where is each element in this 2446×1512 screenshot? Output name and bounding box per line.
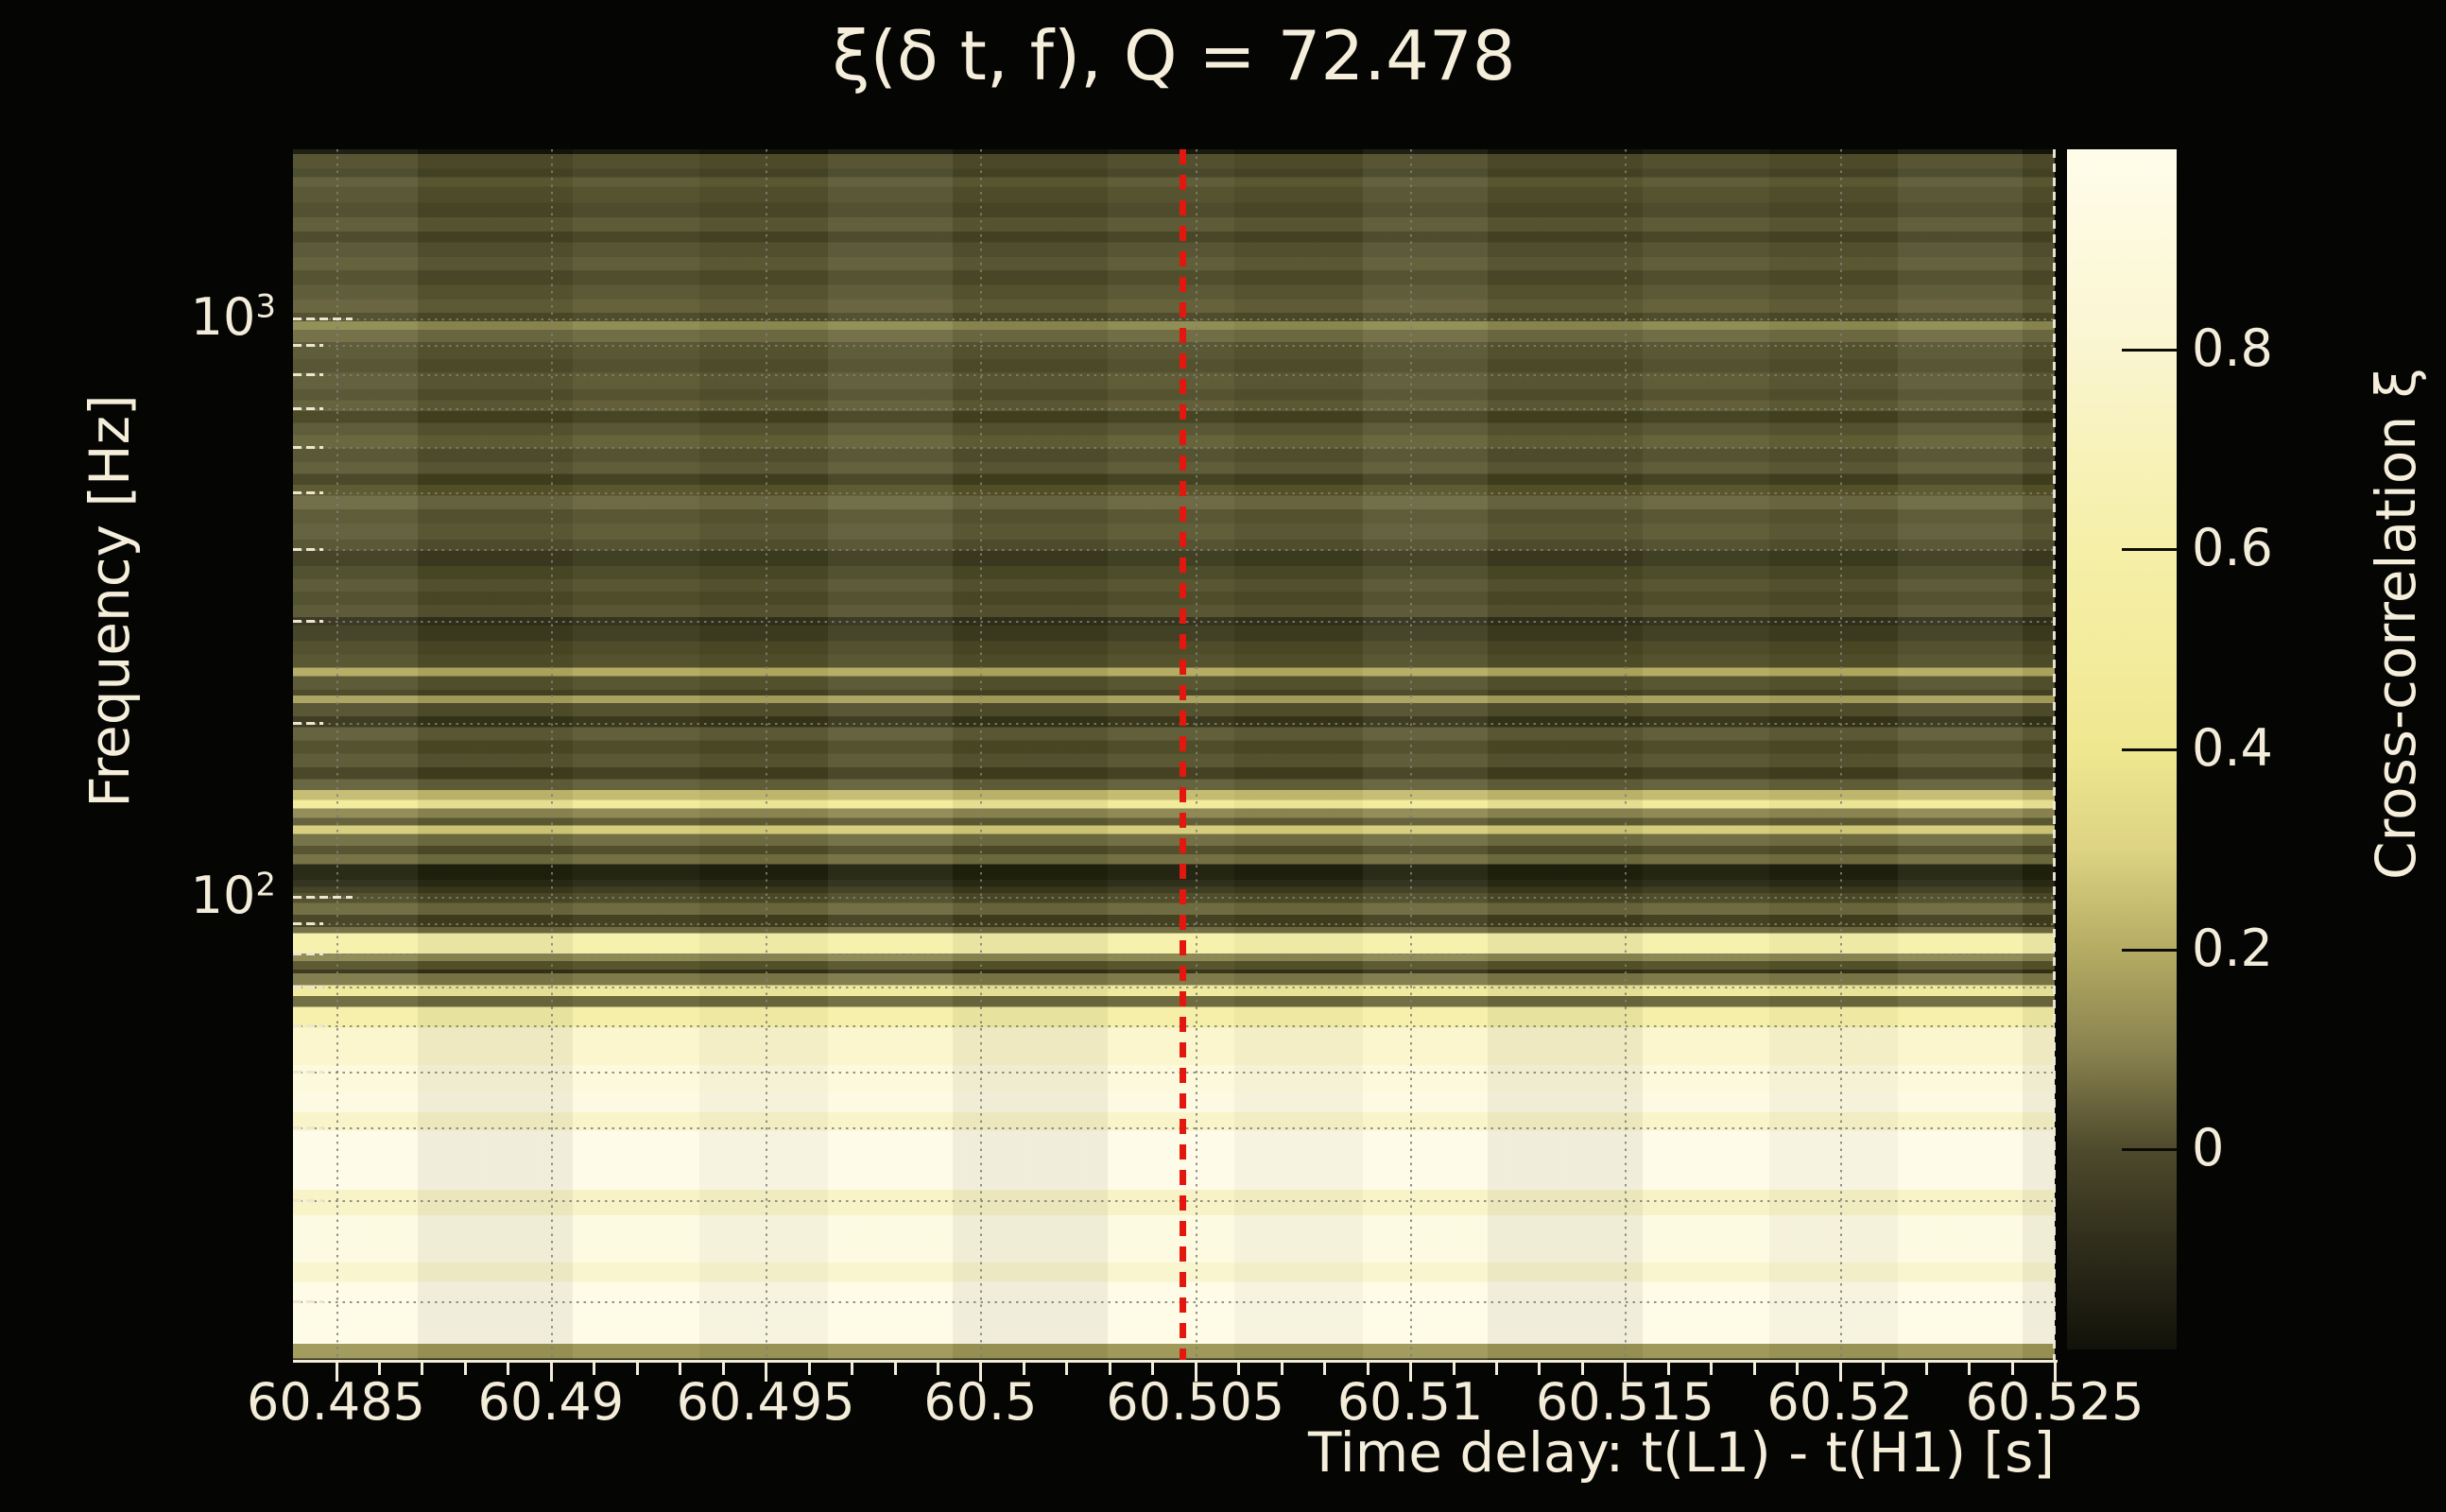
x-axis-label: Time delay: t(L1) - t(H1) [s] — [1307, 1420, 2055, 1485]
y-minor-tickmark — [293, 344, 323, 347]
y-gridline — [293, 1025, 2055, 1028]
heatmap-plot-area — [293, 149, 2056, 1361]
y-gridline — [293, 318, 2055, 320]
y-gridline — [293, 345, 2055, 347]
y-minor-tickmark — [293, 1126, 323, 1129]
y-tick-label: 103 — [191, 287, 276, 347]
y-minor-tickmark — [293, 491, 323, 495]
colorbar-tick — [2122, 948, 2177, 952]
x-tick-label: 60.505 — [1106, 1372, 1285, 1432]
y-tick-exponent: 2 — [255, 866, 276, 904]
y-tick-exponent: 3 — [255, 287, 276, 326]
colorbar-tick-label: 0.2 — [2192, 918, 2273, 978]
y-minor-tickmark — [293, 952, 323, 955]
y-minor-tickmark — [293, 373, 323, 377]
colorbar-tick-label: 0 — [2192, 1118, 2225, 1178]
colorbar-tick-label: 0.6 — [2192, 518, 2273, 578]
y-gridline — [293, 548, 2055, 551]
x-gridline — [1410, 149, 1412, 1361]
y-minor-tickmark — [293, 406, 323, 410]
y-gridline — [293, 1301, 2055, 1304]
x-minor-tick — [1323, 1363, 1327, 1375]
figure-canvas: ξ(δ t, f), Q = 72.478 Frequency [Hz] 60.… — [0, 0, 2446, 1512]
y-gridline — [293, 1071, 2055, 1074]
x-gridline — [766, 149, 768, 1361]
x-minor-tick — [463, 1363, 467, 1375]
y-gridline — [293, 446, 2055, 449]
y-minor-tickmark — [293, 722, 323, 725]
y-gridline — [293, 1199, 2055, 1202]
y-minor-tickmark — [293, 1024, 323, 1028]
y-major-tickmark — [293, 318, 353, 320]
y-gridline — [293, 374, 2055, 377]
x-gridline — [550, 149, 553, 1361]
y-gridline — [293, 923, 2055, 926]
y-minor-tickmark — [293, 1070, 323, 1074]
x-minor-tick — [1065, 1363, 1069, 1375]
x-tick-label: 60.5 — [923, 1372, 1038, 1432]
y-tick-label: 102 — [191, 867, 276, 926]
y-minor-tickmark — [293, 445, 323, 449]
x-gridline — [336, 149, 338, 1361]
time-delay-marker-line — [1180, 149, 1187, 1361]
y-axis-label: Frequency [Hz] — [78, 394, 142, 808]
x-gridline — [1625, 149, 1628, 1361]
colorbar-tick-label: 0.8 — [2192, 318, 2273, 378]
x-tick-label: 60.485 — [247, 1372, 425, 1432]
y-minor-tickmark — [293, 922, 323, 926]
x-axis-spine — [293, 1360, 2058, 1363]
right-spine-dashed — [2053, 149, 2056, 1361]
y-minor-tickmark — [293, 986, 323, 989]
y-tick-base: 10 — [190, 866, 256, 926]
colorbar-tick-label: 0.4 — [2192, 718, 2273, 779]
heatmap-texture-overlay — [293, 149, 2055, 1361]
y-tick-base: 10 — [190, 287, 256, 348]
y-gridline — [293, 621, 2055, 624]
y-gridline — [293, 897, 2055, 900]
colorbar-tick — [2122, 548, 2177, 552]
x-gridline — [980, 149, 983, 1361]
y-minor-tickmark — [293, 547, 323, 551]
y-minor-tickmark — [293, 1300, 323, 1304]
y-gridline — [293, 1127, 2055, 1129]
y-gridline — [293, 407, 2055, 410]
y-major-tickmark — [293, 896, 353, 900]
y-gridline — [293, 723, 2055, 725]
colorbar-tick — [2122, 748, 2177, 751]
x-minor-tick — [1924, 1363, 1928, 1375]
x-minor-tick — [893, 1363, 897, 1375]
y-gridline — [293, 953, 2055, 955]
y-minor-tickmark — [293, 1198, 323, 1202]
colorbar-tick — [2122, 1148, 2177, 1152]
x-minor-tick — [1752, 1363, 1756, 1375]
x-gridline — [1839, 149, 1842, 1361]
y-gridline — [293, 492, 2055, 495]
colorbar-tick — [2122, 348, 2177, 352]
chart-title: ξ(δ t, f), Q = 72.478 — [832, 16, 1516, 95]
x-minor-tick — [635, 1363, 639, 1375]
x-minor-tick — [1495, 1363, 1498, 1375]
y-minor-tickmark — [293, 620, 323, 624]
x-tick-label: 60.49 — [477, 1372, 625, 1432]
y-gridline — [293, 987, 2055, 989]
x-gridline — [1195, 149, 1197, 1361]
x-tick-label: 60.495 — [676, 1372, 855, 1432]
colorbar-label: Cross-correlation ξ — [2364, 368, 2428, 880]
